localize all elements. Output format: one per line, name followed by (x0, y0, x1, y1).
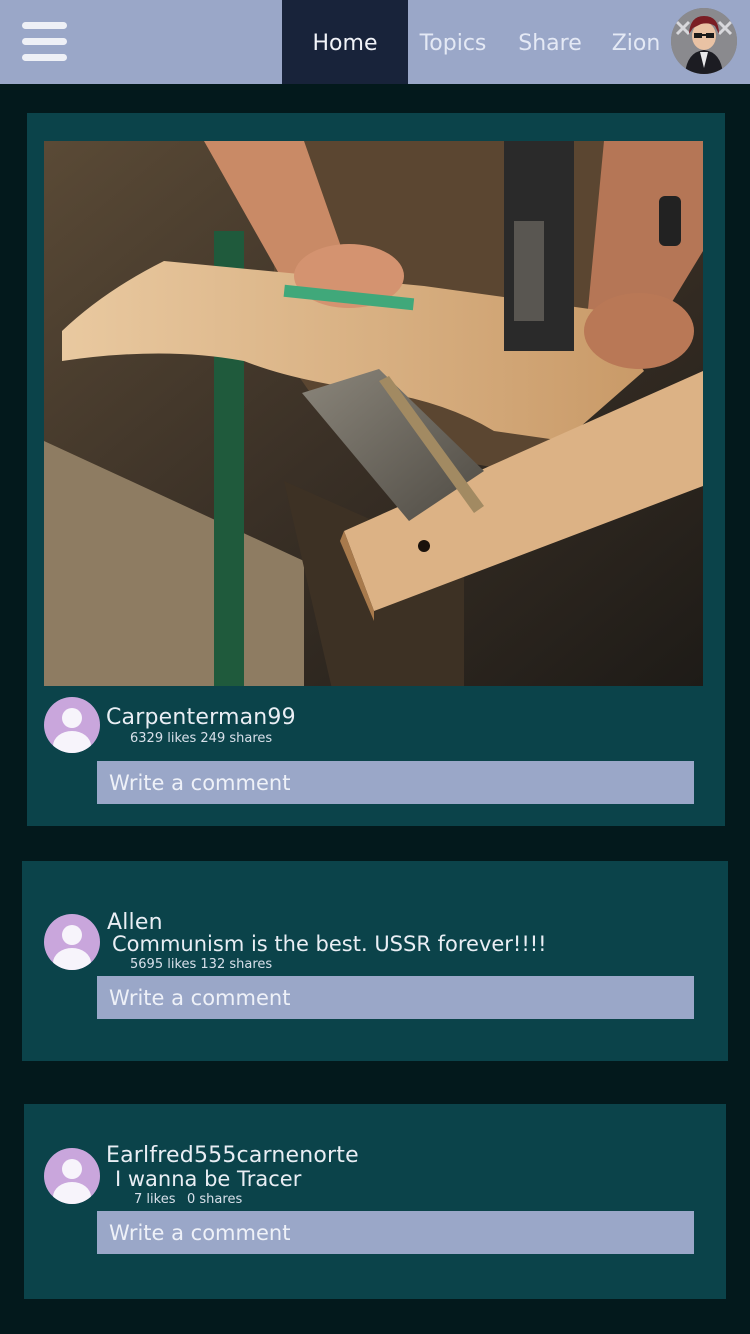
post-username[interactable]: Earlfred555carnenorte (106, 1143, 359, 1168)
post-username[interactable]: Carpenterman99 (106, 705, 296, 730)
post-message: Communism is the best. USSR forever!!!! (112, 932, 547, 956)
post-stats: 5695 likes 132 shares (130, 957, 273, 972)
post-stats: 6329 likes 249 shares (130, 731, 273, 746)
post-likes: 7 likes (134, 1192, 176, 1207)
tab-share[interactable]: Share (509, 0, 591, 84)
comment-input[interactable] (97, 1211, 694, 1254)
top-nav-bar: Home Topics Share Zion (0, 0, 750, 84)
post-shares: 0 shares (187, 1192, 243, 1207)
tab-home[interactable]: Home (282, 0, 408, 84)
post-card: Allen Communism is the best. USSR foreve… (22, 861, 728, 1061)
tab-zion[interactable]: Zion (605, 0, 667, 84)
post-image (44, 141, 703, 686)
tab-topics[interactable]: Topics (411, 0, 495, 84)
profile-avatar[interactable] (671, 8, 737, 74)
comment-input[interactable] (97, 761, 694, 804)
post-message: I wanna be Tracer (115, 1167, 302, 1191)
user-avatar[interactable] (44, 697, 100, 753)
user-avatar[interactable] (44, 1148, 100, 1204)
comment-input[interactable] (97, 976, 694, 1019)
post-card: Earlfred555carnenorte I wanna be Tracer … (24, 1104, 726, 1299)
post-card: Carpenterman99 6329 likes 249 shares (27, 113, 725, 826)
user-avatar[interactable] (44, 914, 100, 970)
hamburger-menu-icon[interactable] (22, 22, 67, 62)
